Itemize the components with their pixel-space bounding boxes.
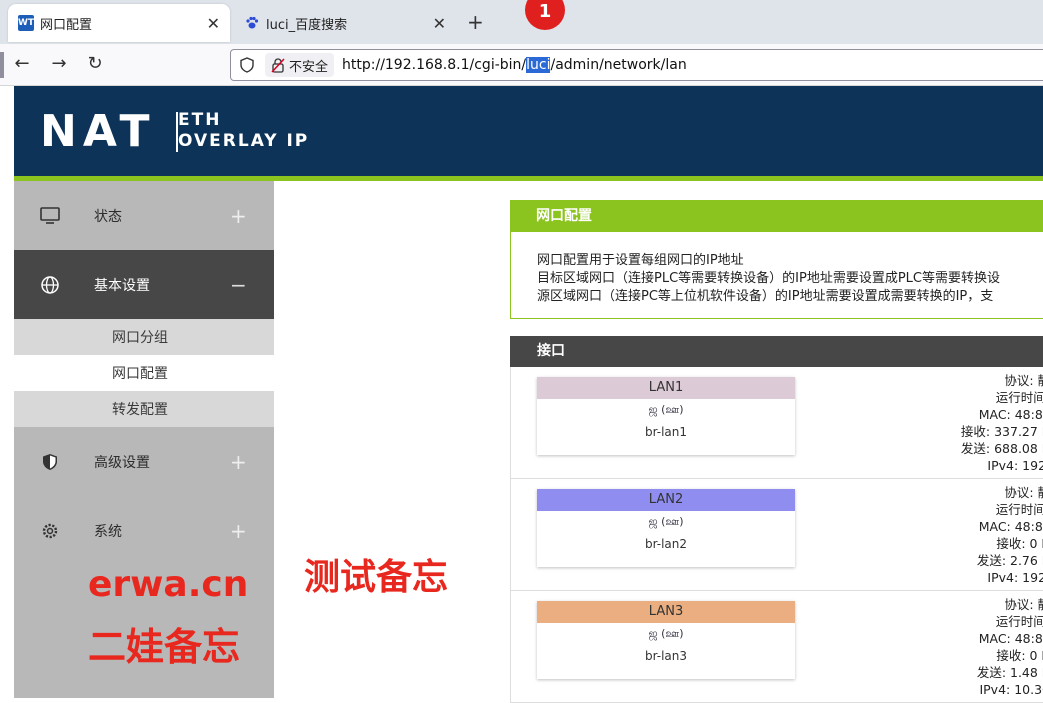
info-mac: MAC: 48:8F xyxy=(978,407,1043,422)
interface-device: br-lan3 xyxy=(644,649,688,663)
navigation-bar: ← → ↻ 不安全 http://192.168.8.1/cgi-bin/luc… xyxy=(0,44,1043,86)
reload-icon[interactable]: ↻ xyxy=(83,53,107,74)
info-ipv4: IPv4: 192. xyxy=(987,458,1043,473)
ethernet-port-icon: ஜ (ஊ) xyxy=(648,515,684,528)
info-ipv4: IPv4: 10.30 xyxy=(979,682,1043,697)
ethernet-port-icon: ஜ (ஊ) xyxy=(648,627,684,640)
ethernet-port-icon: ஜ (ஊ) xyxy=(648,403,684,416)
expand-icon[interactable]: + xyxy=(230,450,247,474)
globe-icon xyxy=(40,275,60,295)
info-tx: 发送: 2.76 K xyxy=(976,553,1043,568)
tab-title: luci_百度搜索 xyxy=(266,17,348,33)
sidebar-toggle[interactable] xyxy=(0,52,4,78)
expand-icon[interactable]: + xyxy=(230,204,247,228)
sidebar-subitem-port-config[interactable]: 网口配置 xyxy=(14,355,274,391)
url-suffix: /admin/network/lan xyxy=(550,57,687,73)
new-tab-button[interactable]: + xyxy=(467,10,484,34)
interfaces-title: 接口 xyxy=(510,336,1043,367)
logo-main: NAT xyxy=(40,106,156,157)
url-selected: luci xyxy=(526,57,551,73)
description-line: 源区域网口（连接PC等上位机软件设备）的IP地址需要设置成需要转换的IP，支 xyxy=(537,289,994,304)
logo-line1: ETH xyxy=(178,110,222,130)
interface-name: LAN2 xyxy=(537,489,795,511)
sidebar-item-advanced-settings[interactable]: 高级设置 + xyxy=(14,427,274,496)
step-badge: 1 xyxy=(525,0,565,30)
back-arrow-icon[interactable]: ← xyxy=(10,53,34,74)
info-protocol: 协议: 静 xyxy=(1004,485,1043,500)
monitor-icon xyxy=(40,206,60,226)
forward-arrow-icon[interactable]: → xyxy=(47,53,71,74)
interface-device: br-lan1 xyxy=(644,425,688,439)
description-line: 目标区域网口（连接PLC等需要转换设备）的IP地址需要设置成PLC等需要转换设 xyxy=(537,271,1000,286)
info-protocol: 协议: 静 xyxy=(1004,373,1043,388)
info-mac: MAC: 48:8F xyxy=(978,631,1043,646)
sidebar-item-label: 高级设置 xyxy=(94,454,150,471)
broken-lock-icon xyxy=(271,58,285,73)
port-config-panel: 网口配置 网口配置用于设置每组网口的IP地址 目标区域网口（连接PLC等需要转换… xyxy=(510,200,1043,319)
description-line: 网口配置用于设置每组网口的IP地址 xyxy=(537,253,744,268)
info-rx: 接收: 337.27 K xyxy=(960,424,1043,439)
interface-device: br-lan2 xyxy=(644,537,688,551)
info-tx: 发送: 688.08 K xyxy=(960,441,1043,456)
insecure-indicator[interactable]: 不安全 xyxy=(265,53,335,77)
sidebar-subitem-forward-config[interactable]: 转发配置 xyxy=(14,391,274,427)
left-gutter xyxy=(0,86,14,698)
expand-icon[interactable]: + xyxy=(230,519,247,543)
sidebar-item-system[interactable]: 系统 + xyxy=(14,496,274,565)
logo-line2: OVERLAY IP xyxy=(178,131,310,151)
panel-title: 网口配置 xyxy=(511,201,1043,232)
info-rx: 接收: 0 B xyxy=(996,536,1043,551)
insecure-label: 不安全 xyxy=(289,59,329,75)
sidebar-item-status[interactable]: 状态 + xyxy=(14,181,274,250)
interface-info: 协议: 静 运行时间: MAC: 48:8F 接收: 0 B 发送: 2.76 … xyxy=(977,484,1043,586)
interface-row-lan3: LAN3 ஜ (ஊ) br-lan3 协议: 静 运行时间: MAC: 48:8… xyxy=(510,591,1043,703)
info-mac: MAC: 48:8F xyxy=(978,519,1043,534)
sidebar-item-label: 状态 xyxy=(94,208,122,225)
url-text[interactable]: http://192.168.8.1/cgi-bin/luci/admin/ne… xyxy=(342,57,687,73)
sidebar-subitem-port-group[interactable]: 网口分组 xyxy=(14,319,274,355)
tab-baidu-search[interactable]: luci_百度搜索 ✕ xyxy=(234,4,456,42)
info-protocol: 协议: 静 xyxy=(1004,597,1043,612)
interface-info: 协议: 静 运行时间: MAC: 48:8F 接收: 337.27 K 发送: … xyxy=(961,372,1043,474)
watermark-site: erwa.cn xyxy=(88,564,249,605)
interface-info: 协议: 静 运行时间: MAC: 48:8F 接收: 0 B 发送: 1.48 … xyxy=(977,596,1043,698)
site-header: NAT ETH OVERLAY IP xyxy=(14,86,1043,176)
paw-icon xyxy=(244,15,260,31)
close-tab-icon[interactable]: ✕ xyxy=(433,14,446,33)
sidebar-item-label: 系统 xyxy=(94,523,122,540)
info-uptime: 运行时间: xyxy=(995,390,1043,405)
info-rx: 接收: 0 B xyxy=(996,648,1043,663)
tab-strip: WT 网口配置 ✕ luci_百度搜索 ✕ + 1 xyxy=(0,0,1043,44)
collapse-icon[interactable]: − xyxy=(230,273,247,297)
tab-title: 网口配置 xyxy=(40,17,93,33)
interface-card[interactable]: LAN3 ஜ (ஊ) br-lan3 xyxy=(537,601,795,679)
url-bar[interactable]: 不安全 http://192.168.8.1/cgi-bin/luci/admi… xyxy=(230,49,1043,81)
info-uptime: 运行时间: xyxy=(995,502,1043,517)
info-tx: 发送: 1.48 K xyxy=(976,665,1043,680)
wt-favicon-icon: WT xyxy=(18,15,34,31)
interface-name: LAN3 xyxy=(537,601,795,623)
sidebar-item-basic-settings[interactable]: 基本设置 − xyxy=(14,250,274,319)
shield-icon[interactable] xyxy=(239,57,255,73)
watermark-name: 二娃备忘 xyxy=(88,625,241,669)
interface-row-lan2: LAN2 ஜ (ஊ) br-lan2 协议: 静 运行时间: MAC: 48:8… xyxy=(510,479,1043,591)
close-tab-icon[interactable]: ✕ xyxy=(207,14,220,33)
interface-card[interactable]: LAN2 ஜ (ஊ) br-lan2 xyxy=(537,489,795,567)
info-ipv4: IPv4: 192. xyxy=(987,570,1043,585)
interface-name: LAN1 xyxy=(537,377,795,399)
sidebar-item-label: 基本设置 xyxy=(94,277,150,294)
interface-card[interactable]: LAN1 ஜ (ஊ) br-lan1 xyxy=(537,377,795,455)
interface-row-lan1: LAN1 ஜ (ஊ) br-lan1 协议: 静 运行时间: MAC: 48:8… xyxy=(510,367,1043,479)
tab-network-config[interactable]: WT 网口配置 ✕ xyxy=(8,4,230,42)
info-uptime: 运行时间: xyxy=(995,614,1043,629)
watermark-test-note: 测试备忘 xyxy=(304,557,449,598)
gear-icon xyxy=(40,521,60,541)
url-prefix: http://192.168.8.1/cgi-bin/ xyxy=(342,57,527,73)
shield-icon xyxy=(40,452,60,472)
